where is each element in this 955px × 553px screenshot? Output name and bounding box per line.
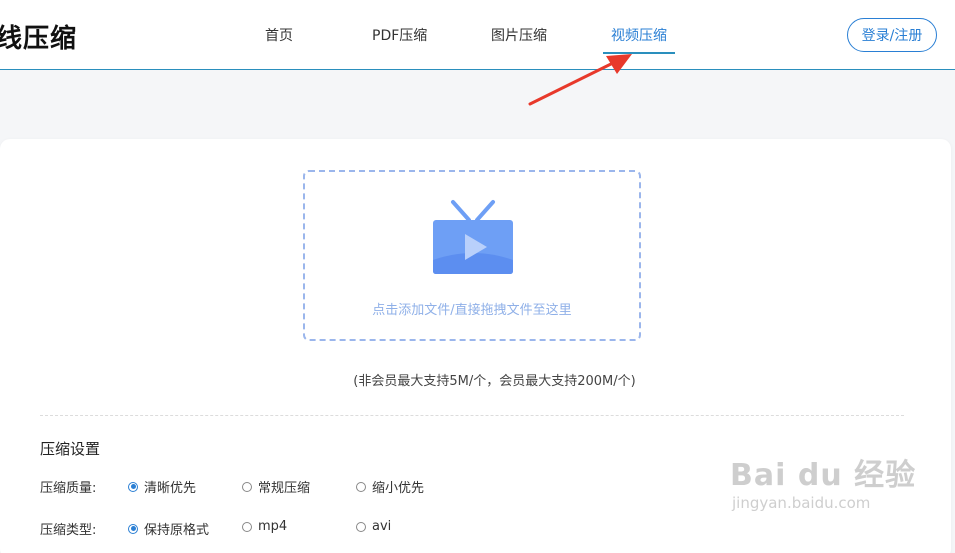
radio-dot-icon <box>242 481 252 492</box>
radio-dot-icon <box>242 521 252 532</box>
quality-radio-smaller[interactable]: 缩小优先 <box>356 477 424 496</box>
compress-settings-title: 压缩设置 <box>40 440 101 458</box>
nav-image-compress[interactable]: 图片压缩 <box>491 25 547 45</box>
top-header: 线压缩 首页 PDF压缩 图片压缩 视频压缩 登录/注册 <box>0 0 955 70</box>
radio-dot-icon <box>128 481 138 492</box>
radio-dot-icon <box>128 523 138 534</box>
watermark-url-text: jingyan.baidu.com <box>732 494 871 512</box>
site-logo[interactable]: 线压缩 <box>0 18 77 55</box>
annotation-arrow-icon <box>528 54 632 106</box>
baidu-jingyan-watermark: Bai du 经验 jingyan.baidu.com <box>730 450 916 512</box>
quality-radio-clarity[interactable]: 清晰优先 <box>128 477 196 496</box>
nav-home[interactable]: 首页 <box>265 25 293 45</box>
size-limit-text: (非会员最大支持5M/个，会员最大支持200M/个) <box>353 374 636 389</box>
watermark-main-text: Bai du 经验 <box>730 458 917 493</box>
quality-label: 压缩质量: <box>40 481 97 496</box>
file-drop-zone[interactable]: 点击添加文件/直接拖拽文件至这里 <box>303 170 641 341</box>
tv-play-icon <box>433 200 513 274</box>
upload-hint-text: 点击添加文件/直接拖拽文件至这里 <box>372 303 572 318</box>
type-radio-keep-format[interactable]: 保持原格式 <box>128 519 209 538</box>
type-radio-mp4[interactable]: mp4 <box>242 519 287 534</box>
quality-radio-normal[interactable]: 常规压缩 <box>242 477 310 496</box>
type-radio-avi[interactable]: avi <box>356 519 391 534</box>
section-divider <box>40 415 904 416</box>
radio-dot-icon <box>356 481 366 492</box>
nav-pdf-compress[interactable]: PDF压缩 <box>372 25 427 45</box>
radio-dot-icon <box>356 521 366 532</box>
type-label: 压缩类型: <box>40 523 97 538</box>
nav-video-compress[interactable]: 视频压缩 <box>611 25 667 45</box>
login-register-button[interactable]: 登录/注册 <box>847 18 937 52</box>
